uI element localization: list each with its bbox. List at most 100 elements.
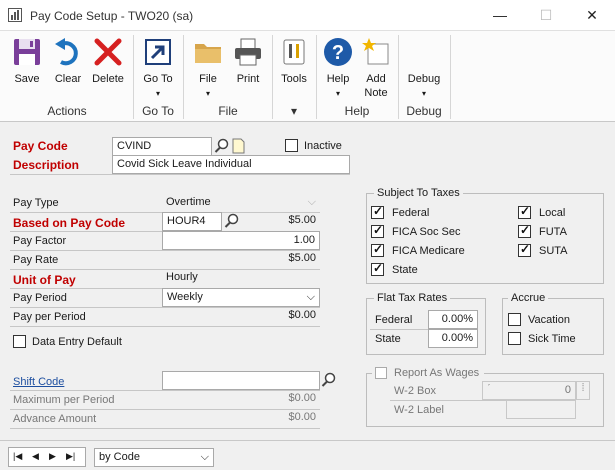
chevron-down-icon: ⌵: [307, 196, 316, 208]
separator: [398, 35, 399, 119]
local-tax-label: Local: [539, 207, 566, 219]
futa-checkbox[interactable]: [518, 223, 531, 238]
help-question-icon: ?: [324, 38, 352, 66]
first-record-icon[interactable]: |◀: [13, 451, 22, 462]
lookup-icon[interactable]: [214, 138, 230, 154]
vacation-label: Vacation: [528, 314, 570, 326]
file-label: File ▾: [199, 73, 217, 98]
help-button[interactable]: ? Help ▾: [318, 34, 358, 104]
delete-label: Delete: [92, 73, 124, 85]
suta-checkbox[interactable]: [518, 242, 531, 257]
based-on-input[interactable]: HOUR4: [162, 212, 222, 231]
divider: [10, 428, 320, 429]
pay-type-value: Overtime: [166, 196, 211, 208]
footer-divider: [0, 440, 615, 441]
tools-label: Tools: [281, 73, 307, 85]
debug-caret: ▾: [421, 89, 426, 98]
divider: [10, 326, 320, 327]
pay-factor-label: Pay Factor: [13, 235, 67, 247]
state-tax-label: State: [392, 264, 418, 276]
print-button[interactable]: Print: [228, 34, 268, 104]
new-note-icon[interactable]: [232, 138, 245, 154]
flat-tax-state-input[interactable]: 0.00%: [428, 329, 478, 348]
goto-caret: ▾: [155, 89, 160, 98]
close-button[interactable]: ✕: [569, 0, 615, 30]
max-per-period-label: Maximum per Period: [13, 394, 115, 406]
local-tax-checkbox[interactable]: [518, 204, 531, 219]
goto-button[interactable]: Go To ▾: [138, 34, 178, 104]
fica-soc-sec-checkbox[interactable]: [371, 223, 384, 238]
based-on-amount: $5.00: [288, 214, 316, 226]
shift-code-input[interactable]: [162, 371, 320, 390]
description-label: Description: [13, 158, 80, 172]
unit-of-pay-value: Hourly: [166, 271, 198, 283]
sick-time-checkbox[interactable]: [508, 332, 521, 345]
save-icon: [14, 39, 40, 65]
goto-label: Go To ▾: [143, 73, 173, 98]
lookup-icon[interactable]: [224, 213, 240, 229]
fica-medicare-checkbox[interactable]: [371, 242, 384, 257]
minimize-button[interactable]: —: [477, 0, 523, 30]
shift-code-link[interactable]: Shift Code: [13, 376, 64, 388]
w2-label-label: W-2 Label: [394, 404, 444, 416]
add-note-button[interactable]: Add Note: [356, 34, 396, 104]
unit-of-pay-field: Hourly: [162, 269, 320, 288]
federal-tax-checkbox[interactable]: [371, 204, 384, 219]
w2-box-input[interactable]: ˊ 0: [482, 381, 576, 400]
w2-box-label: W-2 Box: [394, 385, 436, 397]
w2-label-input[interactable]: [506, 400, 576, 419]
tools-group-caret[interactable]: ▾: [274, 104, 314, 120]
w2-box-spinner[interactable]: ⁞: [576, 381, 590, 400]
inactive-checkbox[interactable]: [285, 139, 298, 152]
pay-period-select[interactable]: Weekly ⌵: [162, 288, 320, 307]
print-label: Print: [236, 73, 260, 85]
group-debug: Debug: [406, 104, 442, 118]
sort-by-value: by Code: [99, 451, 140, 463]
pay-period-label: Pay Period: [13, 292, 67, 304]
help-label: Help ▾: [326, 73, 350, 98]
sort-by-select[interactable]: by Code ⌵: [94, 448, 214, 467]
chevron-down-icon: ⌵: [200, 451, 209, 463]
pencil-icon: ˊ: [487, 383, 491, 395]
tools-button[interactable]: Tools: [274, 34, 314, 104]
flat-tax-federal-label: Federal: [375, 314, 413, 326]
pay-code-input[interactable]: CVIND: [112, 137, 212, 156]
chevron-down-icon: ⌵: [306, 291, 315, 303]
divider: [10, 174, 350, 175]
pay-factor-input[interactable]: 1.00: [162, 231, 320, 250]
pay-per-period-field: $0.00: [162, 307, 320, 326]
max-per-period-field: $0.00: [162, 390, 320, 409]
report-as-wages-checkbox[interactable]: [375, 367, 387, 379]
vacation-checkbox[interactable]: [508, 313, 521, 326]
description-input[interactable]: Covid Sick Leave Individual: [112, 155, 350, 174]
separator: [183, 35, 184, 119]
add-note-label: Add Note: [364, 73, 388, 99]
based-on-label: Based on Pay Code: [13, 216, 126, 230]
clear-label: Clear: [54, 73, 82, 85]
svg-text:?: ?: [332, 42, 344, 64]
pay-code-value: CVIND: [117, 140, 152, 152]
save-button[interactable]: Save: [6, 34, 48, 104]
file-caret: ▾: [205, 89, 210, 98]
next-record-icon[interactable]: ▶: [49, 451, 56, 462]
inactive-label: Inactive: [304, 140, 342, 152]
pay-code-label: Pay Code: [13, 139, 68, 153]
lookup-icon[interactable]: [321, 372, 337, 388]
pay-type-select[interactable]: Overtime ⌵: [162, 194, 320, 213]
debug-button[interactable]: Debug ▾: [401, 34, 447, 104]
advance-amount-value: $0.00: [288, 411, 316, 423]
data-entry-default-checkbox[interactable]: [13, 335, 26, 348]
previous-record-icon[interactable]: ◀: [32, 451, 39, 462]
last-record-icon[interactable]: ▶|: [66, 451, 75, 462]
based-on-value: HOUR4: [167, 215, 206, 227]
flat-tax-federal-input[interactable]: 0.00%: [428, 310, 478, 329]
delete-button[interactable]: Delete: [88, 34, 128, 104]
file-button[interactable]: File ▾: [188, 34, 228, 104]
flat-tax-state-value: 0.00%: [441, 332, 473, 344]
clear-button[interactable]: Clear: [48, 34, 88, 104]
separator: [272, 35, 273, 119]
maximize-button[interactable]: ☐: [523, 0, 569, 30]
state-tax-checkbox[interactable]: [371, 261, 384, 276]
max-per-period-value: $0.00: [288, 392, 316, 404]
sick-time-label: Sick Time: [528, 333, 576, 345]
